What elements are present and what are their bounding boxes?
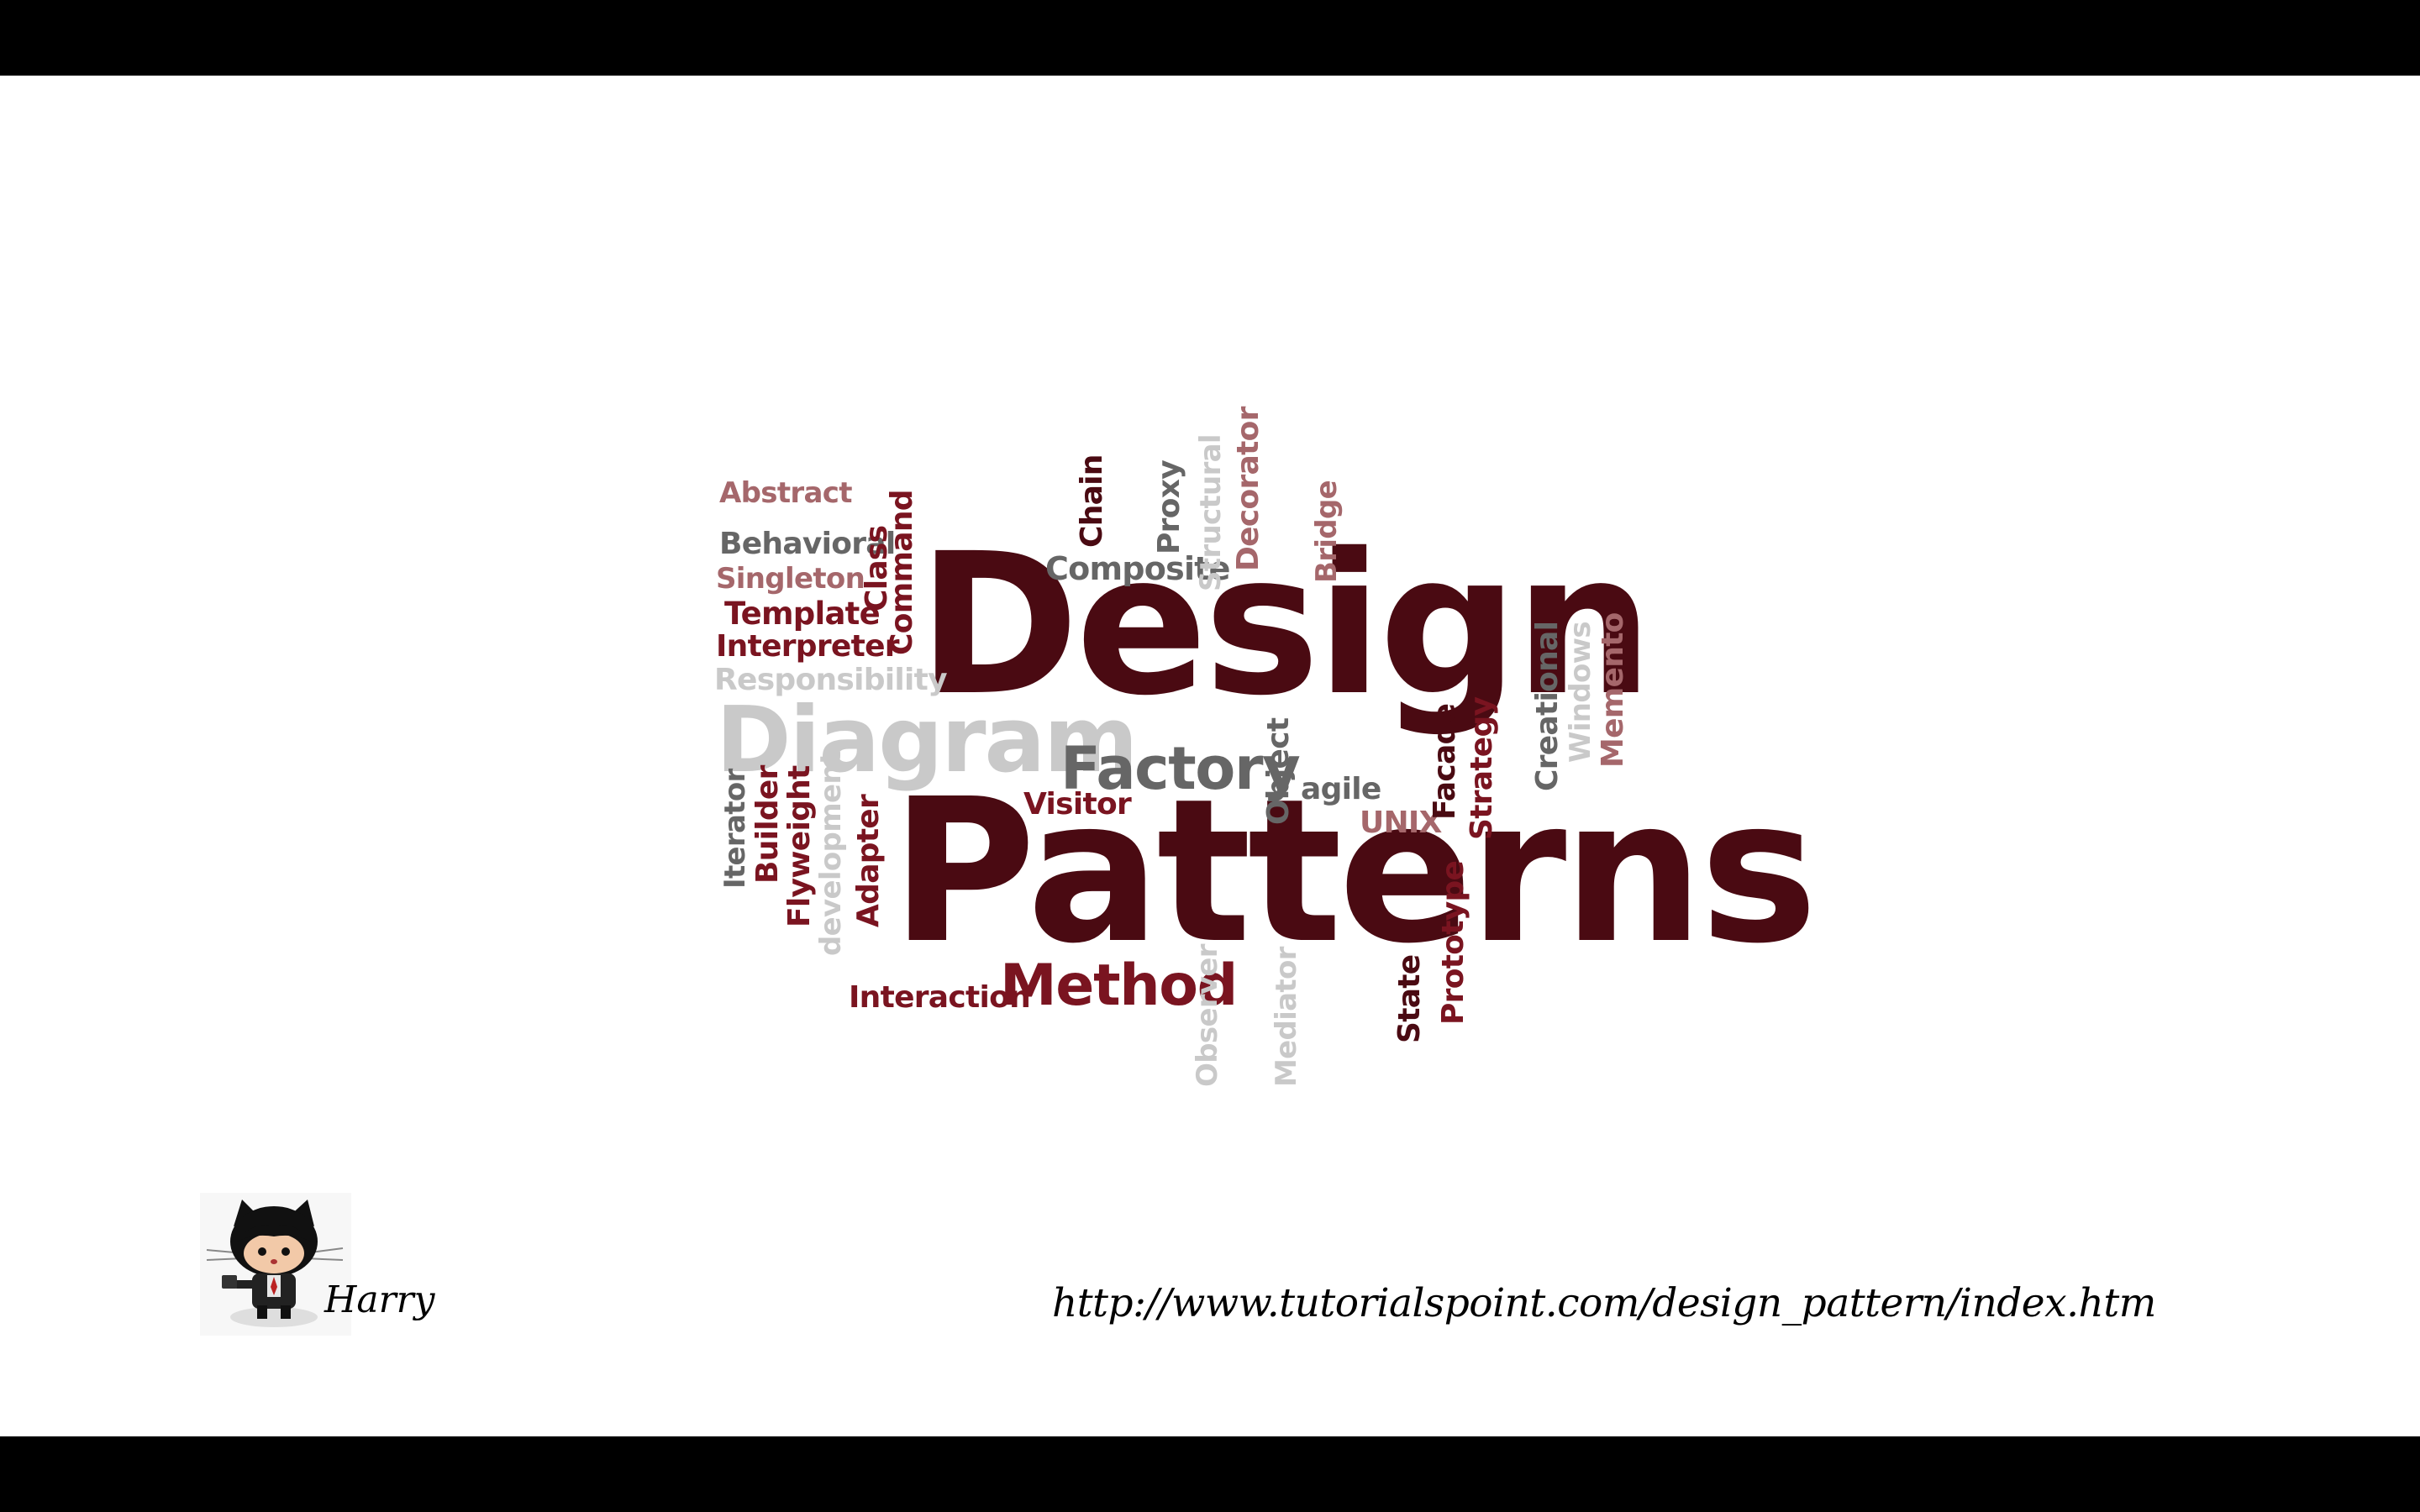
word-interaction: Interaction <box>849 980 1031 1015</box>
word-prototype: Prototype <box>1436 860 1470 1025</box>
word-singleton: Singleton <box>716 562 865 596</box>
word-object: Object <box>1261 717 1296 825</box>
word-creational: Creational <box>1530 621 1565 791</box>
word-template: Template <box>724 596 881 632</box>
design-patterns-word-cloud: Design Patterns Diagram Factory Method Abstra… <box>706 407 1818 1100</box>
word-bridge: Bridge <box>1310 480 1344 583</box>
word-agile: agile <box>1301 772 1381 806</box>
word-state: State <box>1392 954 1427 1043</box>
word-flyweight: Flyweight <box>782 765 817 927</box>
word-interpreter: Interpreter <box>716 629 900 664</box>
word-facade: Facade <box>1428 703 1462 820</box>
word-responsibility: Responsibility <box>714 663 948 697</box>
word-development: development <box>814 751 848 956</box>
author-name: Harry <box>324 1278 435 1321</box>
reference-url: http://www.tutorialspoint.com/design_pat… <box>1052 1280 2156 1326</box>
word-decorator: Decorator <box>1231 407 1265 571</box>
word-abstract: Abstract <box>719 476 853 510</box>
word-proxy: Proxy <box>1152 460 1186 554</box>
word-windows: Windows <box>1564 622 1597 763</box>
word-command: Command <box>885 490 919 655</box>
word-adapter: Adapter <box>851 794 886 927</box>
video-frame: Design Patterns Diagram Factory Method Abstra… <box>0 0 2420 1512</box>
word-mediator: Mediator <box>1270 947 1303 1087</box>
word-visitor: Visitor <box>1023 787 1132 822</box>
word-chain: Chain <box>1075 454 1109 548</box>
slide: Design Patterns Diagram Factory Method Abstra… <box>0 76 2420 1436</box>
word-memento: Memento <box>1596 612 1630 768</box>
word-strategy: Strategy <box>1465 696 1499 840</box>
word-builder: Builder <box>750 765 785 884</box>
word-observer: Observer <box>1191 944 1224 1087</box>
word-structural: Structural <box>1194 434 1228 591</box>
word-iterator: Iterator <box>718 769 752 889</box>
